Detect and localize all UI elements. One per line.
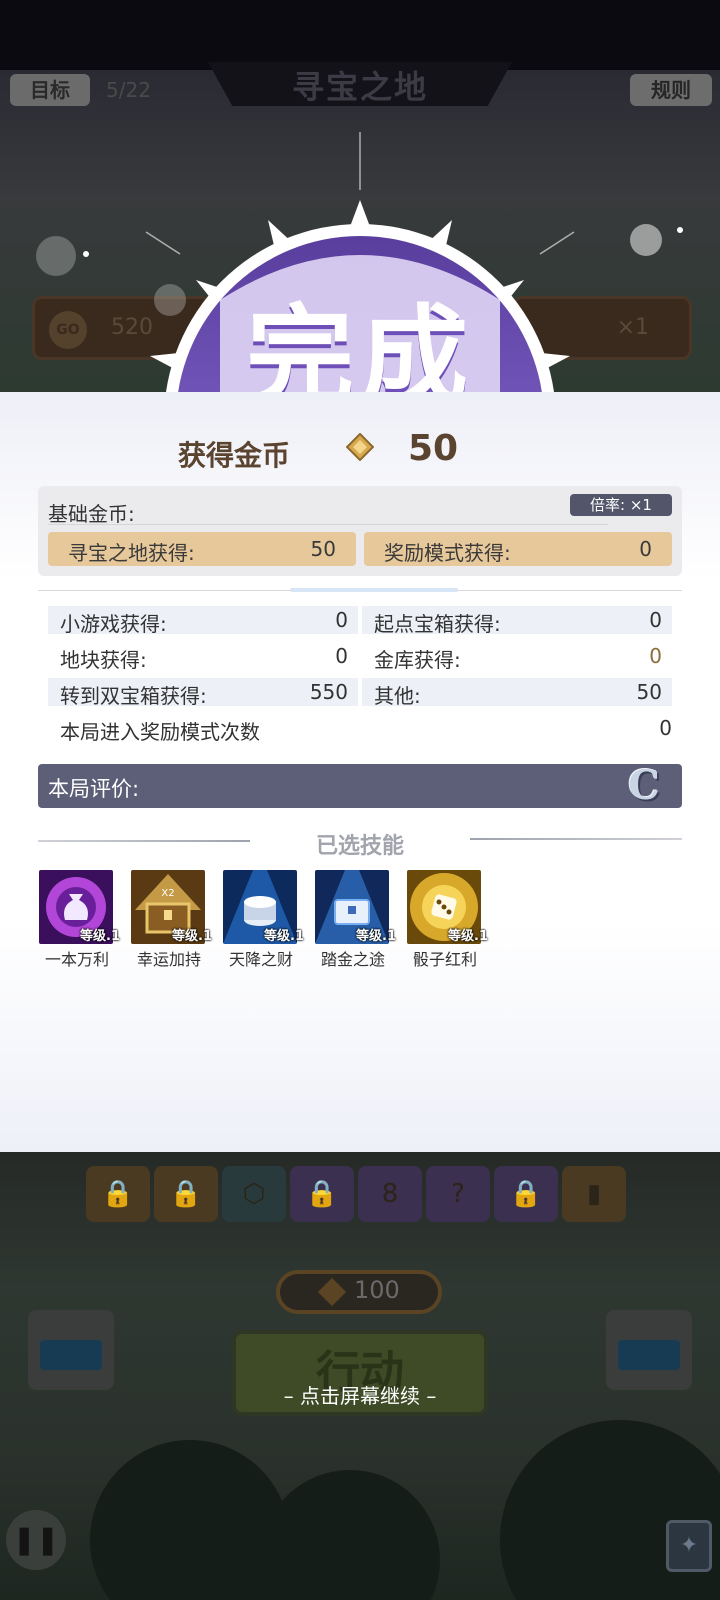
- divider: [48, 524, 608, 525]
- treasure-land-earned-value: 50: [310, 537, 336, 561]
- reward-mode-earned-label: 奖励模式获得:: [384, 541, 511, 565]
- skill-name: 天降之财: [228, 950, 293, 969]
- machine-screen: [618, 1340, 680, 1370]
- goal-button[interactable]: 目标: [10, 74, 90, 106]
- status-bar-area: [0, 0, 720, 70]
- lock-icon: 🔒: [290, 1166, 354, 1222]
- skill-name: 骰子红利: [412, 950, 477, 969]
- left-machine: [28, 1310, 114, 1390]
- card-deck-button[interactable]: ✦: [666, 1520, 712, 1572]
- stat-value: 50: [636, 680, 662, 704]
- skill-item[interactable]: X2 等级.1 幸运加持: [122, 870, 216, 969]
- skill-item[interactable]: 等级.1 一本万利: [30, 870, 124, 969]
- stat-value: 0: [649, 608, 662, 632]
- stat-label: 转到双宝箱获得:: [60, 684, 207, 708]
- stat-label: 其他:: [374, 684, 421, 708]
- stat-value: 0: [659, 716, 672, 740]
- treasure-land-earned-label: 寻宝之地获得:: [68, 541, 195, 565]
- skill-level: 等级.1: [448, 929, 488, 944]
- treasure-land-earned: 寻宝之地获得: 50: [48, 532, 356, 566]
- stat-reward-mode-entries: 本局进入奖励模式次数 0: [48, 714, 672, 744]
- stat-vault: 金库获得: 0: [362, 642, 672, 672]
- evaluation-grade: C: [628, 762, 660, 809]
- skill-level: 等级.1: [356, 929, 396, 944]
- stat-tiles: 地块获得: 0: [48, 642, 358, 672]
- lock-icon: 🔒: [154, 1166, 218, 1222]
- skill-item[interactable]: 等级.1 踏金之途: [306, 870, 400, 969]
- stat-label: 小游戏获得:: [60, 612, 167, 636]
- card-tile-icon: ▮: [562, 1166, 626, 1222]
- number-tile: 8: [358, 1166, 422, 1222]
- divider-glow: [290, 588, 458, 592]
- stat-label: 起点宝箱获得:: [374, 612, 501, 636]
- question-tile-icon: ?: [426, 1166, 490, 1222]
- stat-label: 本局进入奖励模式次数: [60, 720, 260, 744]
- skill-name: 一本万利: [44, 950, 109, 969]
- skill-level: 等级.1: [80, 929, 120, 944]
- base-coins-title: 基础金币:: [48, 502, 135, 526]
- machine-screen: [40, 1340, 102, 1370]
- gold-gem-icon: [346, 433, 374, 461]
- lock-icon: 🔒: [494, 1166, 558, 1222]
- skill-name: 踏金之途: [320, 950, 385, 969]
- skill-item[interactable]: 等级.1 骰子红利: [398, 870, 492, 969]
- lock-icon: 🔒: [86, 1166, 150, 1222]
- pause-button[interactable]: ❚❚: [6, 1510, 66, 1570]
- stat-label: 金库获得:: [374, 648, 461, 672]
- evaluation-bar: 本局评价:: [38, 764, 682, 808]
- earned-coins-label: 获得金币: [178, 439, 291, 472]
- stat-value: 0: [335, 608, 348, 632]
- tap-to-continue-hint[interactable]: – 点击屏幕继续 –: [0, 1380, 720, 1409]
- evaluation-label: 本局评价:: [48, 777, 140, 801]
- stat-minigame: 小游戏获得: 0: [48, 606, 358, 636]
- stat-value: 0: [649, 644, 662, 668]
- skill-item[interactable]: 等级.1 天降之财: [214, 870, 308, 969]
- dice-tile-icon: ⬡: [222, 1166, 286, 1222]
- reward-mode-earned-value: 0: [639, 537, 652, 561]
- action-cost-value: 100: [354, 1276, 400, 1304]
- skills-title: 已选技能: [315, 834, 404, 859]
- skill-level: 等级.1: [172, 929, 212, 944]
- reward-mode-earned: 奖励模式获得: 0: [364, 532, 672, 566]
- stat-label: 地块获得:: [60, 648, 147, 672]
- stat-value: 550: [309, 680, 348, 704]
- skill-level: 等级.1: [264, 929, 304, 944]
- divider: [470, 838, 682, 840]
- right-machine: [606, 1310, 692, 1390]
- rate-badge: 倍率: ×1: [570, 494, 672, 516]
- stat-double-chest: 转到双宝箱获得: 550: [48, 678, 358, 708]
- svg-text:X2: X2: [161, 888, 174, 899]
- rules-button[interactable]: 规则: [630, 74, 712, 106]
- stat-value: 0: [335, 644, 348, 668]
- stat-start-chest: 起点宝箱获得: 0: [362, 606, 672, 636]
- stat-other: 其他: 50: [362, 678, 672, 708]
- skill-name: 幸运加持: [136, 950, 201, 969]
- earned-coins-value: 50: [408, 428, 459, 469]
- goal-progress: 5/22: [106, 78, 151, 102]
- base-coins-box: 基础金币: 倍率: ×1 寻宝之地获得: 50 奖励模式获得: 0: [38, 486, 682, 576]
